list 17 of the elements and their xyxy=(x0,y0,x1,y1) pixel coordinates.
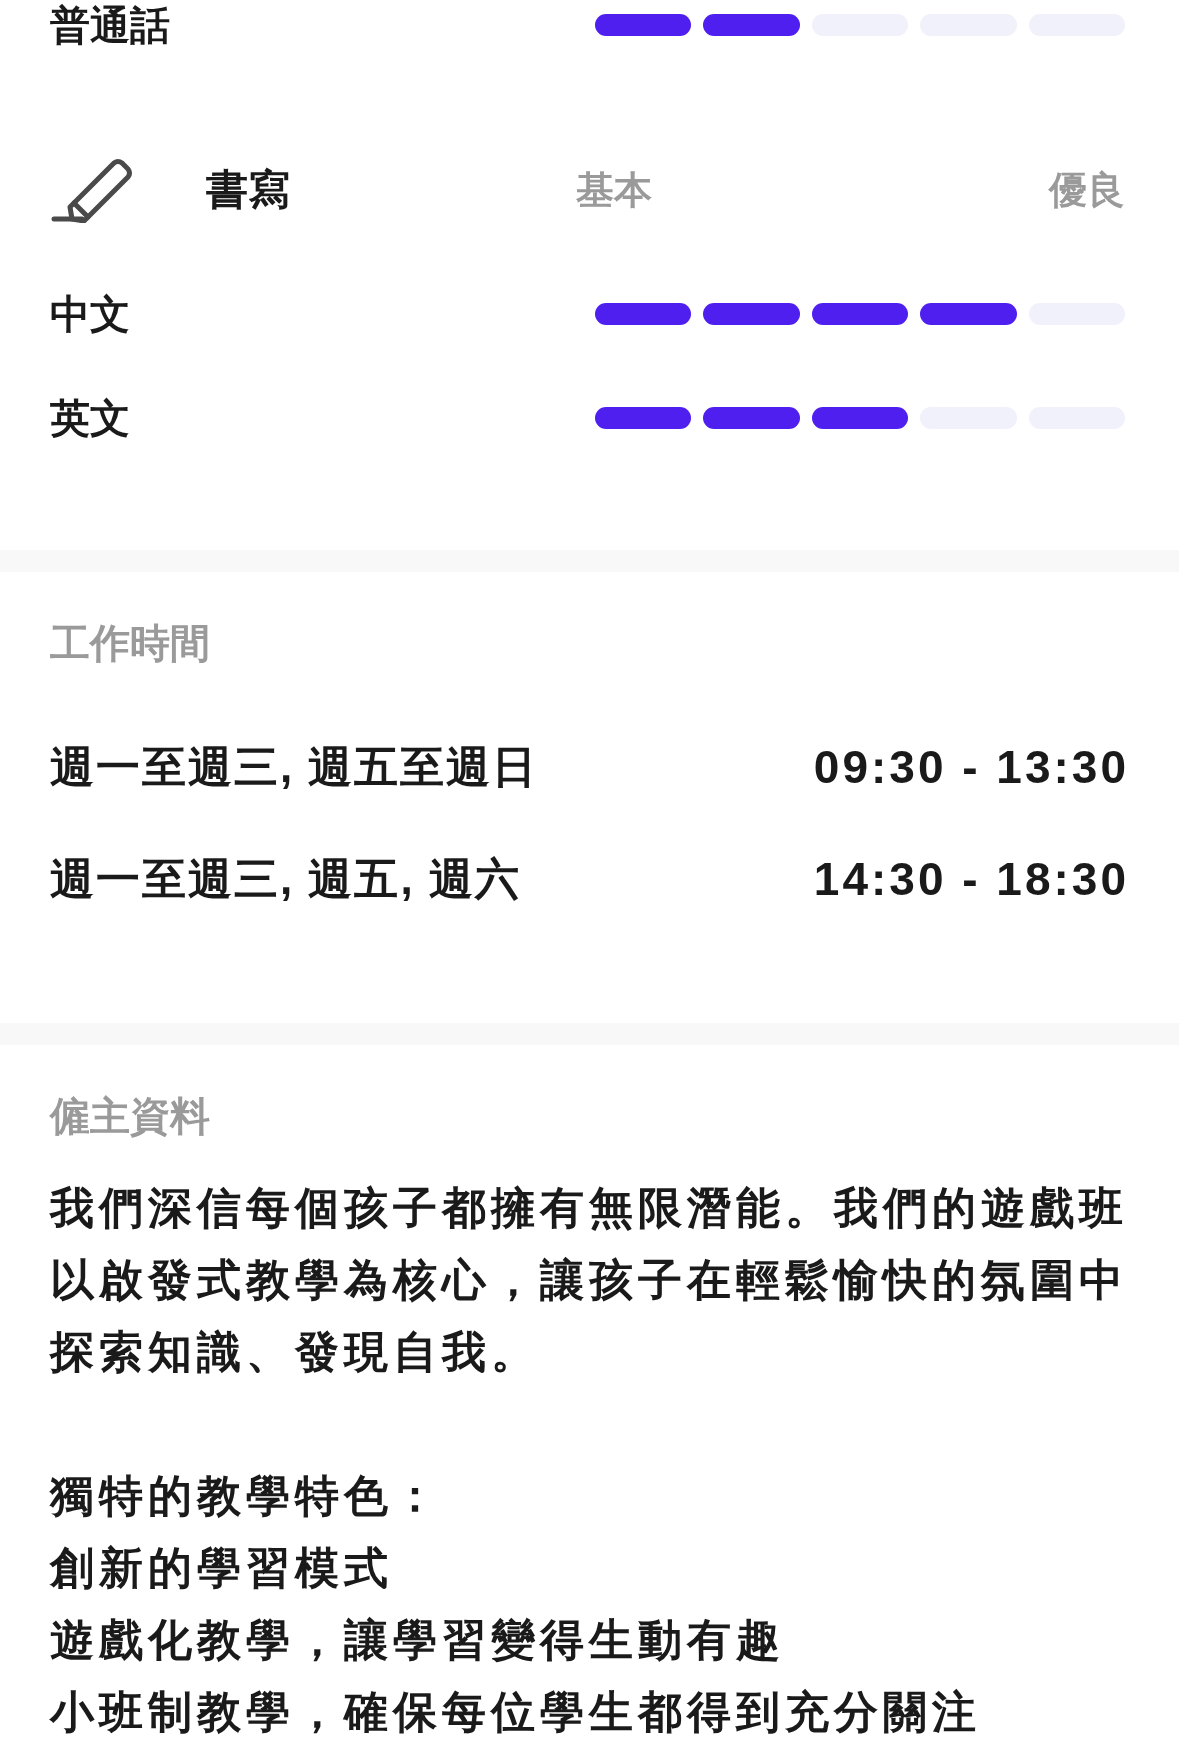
section-title: 工作時間 xyxy=(50,620,211,667)
section-title: 僱主資料 xyxy=(50,1093,211,1140)
language-label: 普通話 xyxy=(50,1,170,49)
language-label: 英文 xyxy=(50,394,130,442)
scale-label: 基本 xyxy=(576,167,653,213)
scale-label: 優良 xyxy=(1049,167,1125,213)
description-line: 獨特的教學特色： xyxy=(50,1470,443,1522)
description-line: 遊戲化教學，讓學習變得生動有趣 xyxy=(50,1614,786,1666)
description-line: 創新的學習模式 xyxy=(50,1542,394,1594)
time-range: 14:30 - 18:30 xyxy=(813,852,1129,906)
days-text: 週一至週三, 週五至週日 xyxy=(50,740,539,793)
time-range: 09:30 - 13:30 xyxy=(813,740,1129,794)
language-label: 中文 xyxy=(50,290,130,338)
description-paragraph: 我們深信每個孩子都擁有無限潛能。我們的遊戲班以啟發式教學為核心，讓孩子在輕鬆愉快的氛圍中探索知識、發現自我。 xyxy=(50,1182,1129,1378)
section-title: 書寫 xyxy=(206,165,291,215)
days-text: 週一至週三, 週五, 週六 xyxy=(50,852,521,905)
description-line: 小班制教學，確保每位學生都得到充分關注 xyxy=(50,1686,982,1738)
